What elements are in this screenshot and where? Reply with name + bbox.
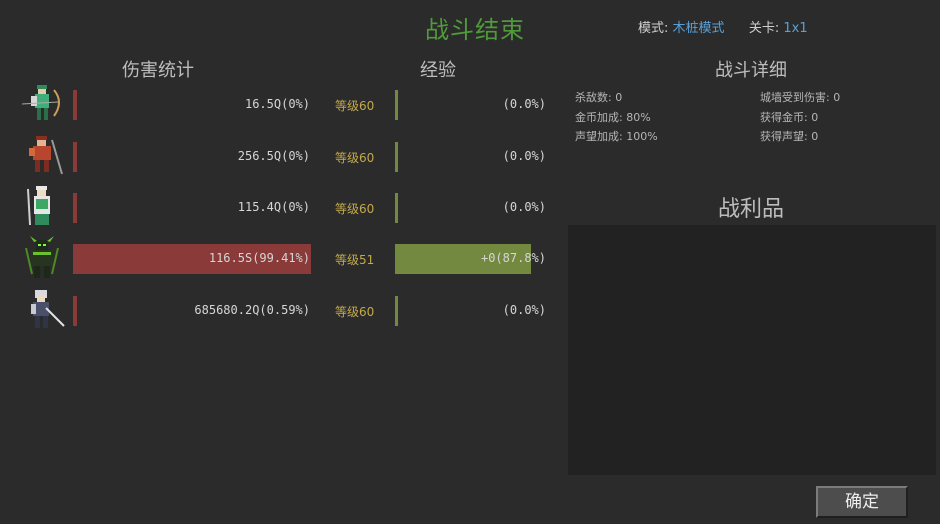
damage-bar — [73, 142, 77, 172]
loot-panel — [568, 225, 936, 475]
wall-damage-stat: 城墙受到伤害: 0 — [760, 91, 841, 104]
exp-bar — [395, 296, 398, 326]
exp-value: (0.0%) — [502, 303, 546, 317]
exp-value: (0.0%) — [502, 97, 546, 111]
unit-row: 16.5Q(0%) 等级60 (0.0%) — [0, 85, 560, 126]
damage-value: 16.5Q(0%) — [244, 97, 310, 111]
exp-header: 经验 — [420, 60, 456, 81]
dark-knight-hero-icon — [18, 236, 66, 280]
exp-value: (0.0%) — [502, 200, 546, 214]
exp-bar — [395, 142, 398, 172]
warrior-hero-icon — [18, 134, 66, 178]
swordsman-hero-icon — [18, 288, 66, 332]
damage-stats-header: 伤害统计 — [122, 60, 194, 81]
fame-bonus-stat: 声望加成: 100% — [575, 130, 658, 143]
level-label: 等级60 — [335, 151, 375, 165]
exp-value: +0(87.8%) — [480, 251, 546, 265]
mage-hero-icon — [18, 185, 66, 229]
damage-bar — [73, 193, 77, 223]
unit-row: 256.5Q(0%) 等级60 (0.0%) — [0, 136, 560, 178]
stage-value: 1x1 — [783, 21, 808, 36]
damage-bar — [73, 90, 77, 120]
gold-bonus-stat: 金币加成: 80% — [575, 111, 651, 124]
exp-bar — [395, 193, 398, 223]
kills-stat: 杀敌数: 0 — [575, 91, 623, 104]
level-label: 等级60 — [335, 202, 375, 216]
fame-gain-stat: 获得声望: 0 — [760, 130, 819, 143]
mode-label: 模式: — [638, 21, 669, 36]
level-label: 等级60 — [335, 305, 375, 319]
battle-detail-header: 战斗详细 — [715, 60, 787, 81]
mode-info: 模式: 木桩模式 关卡: 1x1 — [638, 17, 808, 36]
damage-value: 116.5S(99.41%) — [208, 251, 310, 265]
unit-row: 685680.2Q(0.59%) 等级60 (0.0%) — [0, 290, 560, 332]
battle-end-title: 战斗结束 — [425, 16, 525, 44]
damage-bar — [73, 296, 77, 326]
unit-row: 116.5S(99.41%) 等级51 +0(87.8%) — [0, 236, 560, 280]
exp-bar — [395, 90, 398, 120]
confirm-button[interactable]: 确定 — [816, 486, 908, 518]
damage-value: 115.4Q(0%) — [237, 200, 310, 214]
damage-value: 256.5Q(0%) — [237, 149, 310, 163]
mode-value: 木桩模式 — [672, 21, 725, 36]
gold-gain-stat: 获得金币: 0 — [760, 111, 819, 124]
level-label: 等级60 — [335, 99, 375, 113]
loot-header: 战利品 — [718, 197, 785, 222]
level-label: 等级51 — [335, 253, 375, 267]
unit-row: 115.4Q(0%) 等级60 (0.0%) — [0, 186, 560, 229]
damage-value: 685680.2Q(0.59%) — [194, 303, 310, 317]
archer-hero-icon — [18, 82, 66, 126]
stage-label: 关卡: — [748, 21, 780, 36]
exp-value: (0.0%) — [502, 149, 546, 163]
